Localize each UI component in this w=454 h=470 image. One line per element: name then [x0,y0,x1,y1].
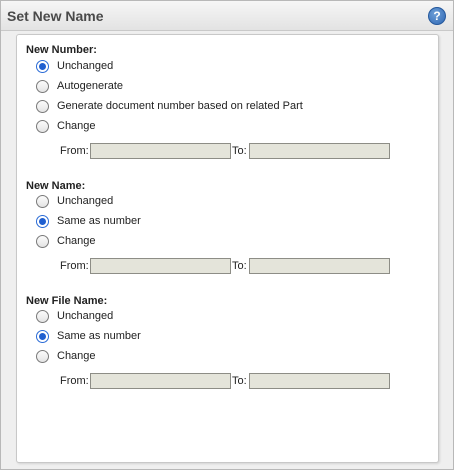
option-label: Unchanged [57,60,114,72]
new-file-name-from-field[interactable] [90,373,231,389]
option-label: Same as number [57,215,141,227]
new-name-option-change[interactable]: Change [36,233,96,249]
to-label: To: [232,260,247,272]
new-file-name-to-field[interactable] [249,373,390,389]
new-name-from-field[interactable] [90,258,231,274]
option-label: Change [57,120,96,132]
radio-button[interactable] [36,349,49,363]
radio-button[interactable] [36,234,49,248]
dialog-title: Set New Name [7,8,104,24]
new-name-option-unchanged[interactable]: Unchanged [36,193,113,209]
radio-button[interactable] [36,79,49,93]
option-label: Change [57,350,96,362]
from-label: From: [60,260,89,272]
new-name-to-field[interactable] [249,258,390,274]
new-name-option-same-as-number[interactable]: Same as number [36,213,141,229]
option-label: Unchanged [57,195,114,207]
radio-button[interactable] [36,309,49,323]
new-file-name-option-change[interactable]: Change [36,348,96,364]
options-panel: New Number: Unchanged Autogenerate Gener… [16,34,439,463]
radio-button[interactable] [36,119,49,133]
new-number-to-field[interactable] [249,143,390,159]
radio-button[interactable] [36,59,49,73]
from-label: From: [60,375,89,387]
new-number-option-change[interactable]: Change [36,118,96,134]
help-icon[interactable]: ? [428,7,446,25]
new-file-name-option-unchanged[interactable]: Unchanged [36,308,113,324]
radio-button[interactable] [36,214,49,228]
radio-button[interactable] [36,99,49,113]
new-name-heading: New Name: [26,180,86,192]
new-number-heading: New Number: [26,44,97,56]
to-label: To: [232,375,247,387]
title-bar: Set New Name ? [1,1,453,31]
option-label: Generate document number based on relate… [57,100,303,112]
new-number-from-field[interactable] [90,143,231,159]
new-file-name-heading: New File Name: [26,295,108,307]
option-label: Same as number [57,330,141,342]
to-label: To: [232,145,247,157]
radio-button[interactable] [36,194,49,208]
new-number-option-unchanged[interactable]: Unchanged [36,58,113,74]
from-label: From: [60,145,89,157]
option-label: Unchanged [57,310,114,322]
radio-button[interactable] [36,329,49,343]
option-label: Autogenerate [57,80,124,92]
set-new-name-dialog: Set New Name ? New Number: Unchanged Aut… [0,0,454,470]
new-number-option-generate-from-part[interactable]: Generate document number based on relate… [36,98,303,114]
option-label: Change [57,235,96,247]
new-file-name-option-same-as-number[interactable]: Same as number [36,328,141,344]
new-number-option-autogenerate[interactable]: Autogenerate [36,78,123,94]
